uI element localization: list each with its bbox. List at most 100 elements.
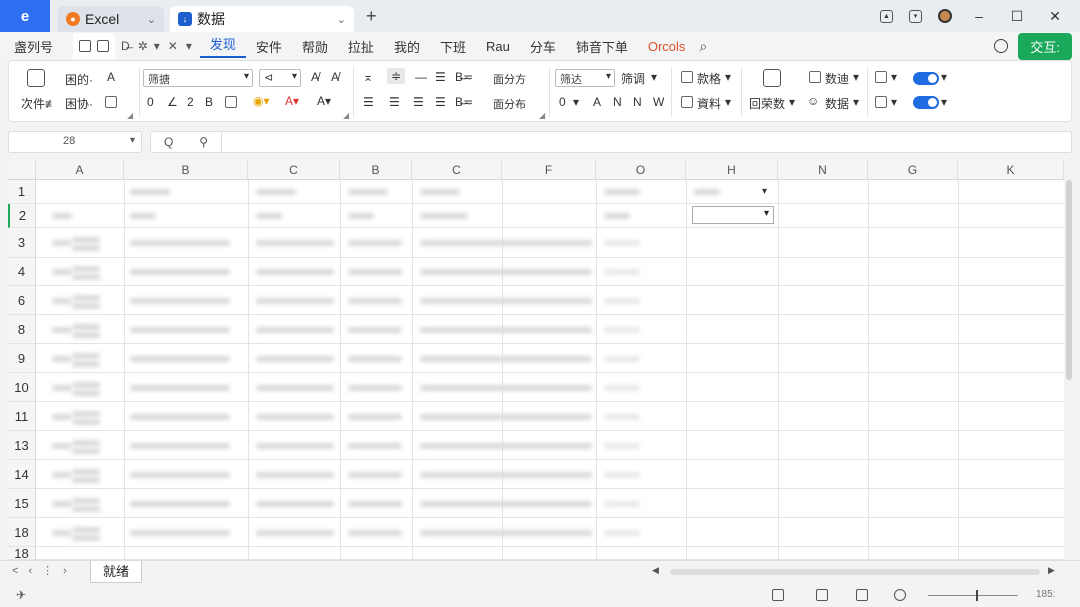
chevron-down-icon[interactable]: ▾ (891, 95, 897, 109)
toggle-switch[interactable] (913, 96, 939, 109)
share-icon[interactable]: ▲ (880, 9, 893, 23)
distribute-button[interactable]: 面分方 (493, 71, 526, 87)
add-icon[interactable] (875, 71, 887, 83)
first-sheet-icon[interactable]: < (12, 565, 28, 577)
redacted-cell[interactable] (52, 442, 72, 449)
font-size-select[interactable]: ⊲ (259, 69, 301, 87)
minus-icon[interactable] (875, 96, 887, 108)
search-icon[interactable]: ⌕ (699, 38, 707, 55)
zoom-slider[interactable] (928, 590, 1018, 601)
user-icon[interactable]: ⚲ (199, 135, 208, 149)
decrease-font-icon[interactable]: A̸ (331, 70, 339, 84)
chevron-down-icon[interactable]: ▾ (941, 95, 947, 109)
redacted-cell[interactable] (72, 468, 100, 475)
wrap-text-icon[interactable]: ☰ (435, 70, 446, 84)
redacted-cell[interactable] (130, 384, 230, 391)
redacted-cell[interactable] (72, 534, 100, 541)
redacted-cell[interactable] (604, 442, 640, 449)
redacted-cell[interactable] (348, 442, 402, 449)
redacted-cell[interactable] (604, 240, 640, 246)
redacted-cell[interactable] (348, 189, 388, 195)
chevron-down-icon[interactable]: ⌄ (147, 13, 156, 26)
menu-item-offwork[interactable]: 下班 (430, 37, 476, 56)
redacted-cell[interactable] (72, 360, 100, 367)
italic-button[interactable]: ∠ (167, 95, 178, 109)
menu-item-sheet-number[interactable]: 盏列号 (0, 37, 63, 56)
redacted-cell[interactable] (52, 529, 72, 536)
redacted-cell[interactable] (130, 529, 230, 536)
redacted-cell[interactable] (256, 269, 334, 275)
chevron-down-icon[interactable]: ▾ (651, 70, 657, 84)
menu-item-car[interactable]: 分车 (520, 37, 566, 56)
redacted-cell[interactable] (256, 297, 334, 304)
redacted-cell[interactable] (130, 355, 230, 362)
redacted-cell[interactable] (348, 471, 402, 478)
redacted-cell[interactable] (420, 529, 592, 536)
row-header[interactable]: 13 (8, 431, 36, 460)
redacted-cell[interactable] (72, 302, 100, 309)
zoom-knob[interactable] (976, 590, 978, 601)
redacted-cell[interactable] (72, 237, 100, 243)
align-bottom-icon[interactable]: — (415, 70, 427, 84)
text-effect-icon[interactable]: A▾ (317, 94, 331, 108)
redacted-cell[interactable] (130, 471, 230, 478)
maximize-button[interactable]: ☐ (1006, 8, 1028, 25)
redacted-cell[interactable] (52, 471, 72, 478)
chevron-down-icon[interactable]: ⌄ (337, 13, 346, 26)
num-w-button[interactable]: W (653, 95, 664, 109)
redacted-cell[interactable] (604, 384, 640, 391)
column-header[interactable]: N (778, 160, 868, 180)
table-style-button[interactable]: 款格 (697, 70, 721, 87)
redacted-cell[interactable] (72, 526, 100, 533)
avatar[interactable] (938, 9, 952, 23)
scroll-right-icon[interactable]: ▶ (1048, 565, 1055, 576)
row-header[interactable]: 1 (8, 180, 36, 204)
new-tab-button[interactable]: + (366, 6, 377, 27)
redacted-cell[interactable] (420, 326, 592, 333)
redacted-cell[interactable] (420, 442, 592, 449)
clipboard-icon[interactable] (27, 69, 45, 87)
column-header[interactable]: F (502, 160, 596, 180)
redacted-cell[interactable] (694, 189, 720, 195)
redacted-cell[interactable] (256, 213, 282, 219)
pin-icon[interactable]: ✈ (16, 588, 26, 602)
align-top-icon[interactable]: ⌅ (363, 70, 373, 84)
feedback-icon[interactable]: ▾ (909, 9, 922, 23)
redacted-cell[interactable] (420, 413, 592, 420)
number-format-0[interactable]: 0 (147, 95, 154, 109)
redacted-cell[interactable] (72, 274, 100, 280)
redacted-cell[interactable] (130, 442, 230, 449)
column-header[interactable]: B (124, 160, 248, 180)
toggle-switch[interactable] (913, 72, 939, 85)
redacted-cell[interactable] (348, 355, 402, 362)
menu-item-help[interactable]: 帮勋 (292, 37, 338, 56)
view-layout-icon[interactable] (816, 589, 828, 601)
chevron-down-icon[interactable]: ▾ (725, 70, 731, 84)
font-name-select[interactable]: 筛搪 (143, 69, 253, 87)
row-header[interactable]: 14 (8, 460, 36, 489)
redacted-cell[interactable] (256, 384, 334, 391)
redacted-cell[interactable] (130, 269, 230, 275)
data-menu-button[interactable]: 数据 (825, 95, 849, 112)
redacted-cell[interactable] (420, 297, 592, 304)
redacted-cell[interactable] (604, 413, 640, 420)
redacted-cell[interactable] (130, 189, 170, 195)
next-sheet-icon[interactable]: › (63, 565, 77, 577)
redacted-cell[interactable] (256, 326, 334, 333)
row-header[interactable]: 18 (8, 547, 36, 560)
num-n2-button[interactable]: N (633, 95, 642, 109)
redacted-cell[interactable] (420, 500, 592, 507)
data-style-button[interactable]: 資料 (697, 95, 721, 112)
number-format-select[interactable]: 筛达 (555, 69, 615, 87)
redacted-cell[interactable] (420, 471, 592, 478)
num-0-button[interactable]: 0 (559, 95, 566, 109)
redacted-cell[interactable] (130, 240, 230, 246)
menu-item-discover[interactable]: 发现 (199, 34, 246, 58)
interact-button[interactable]: 交互: (1018, 32, 1072, 60)
redacted-cell[interactable] (604, 529, 640, 536)
bold-button[interactable]: B (205, 95, 213, 109)
column-header[interactable]: C (412, 160, 502, 180)
redacted-cell[interactable] (348, 326, 402, 333)
history-icon[interactable] (994, 39, 1009, 53)
redacted-cell[interactable] (72, 294, 100, 301)
